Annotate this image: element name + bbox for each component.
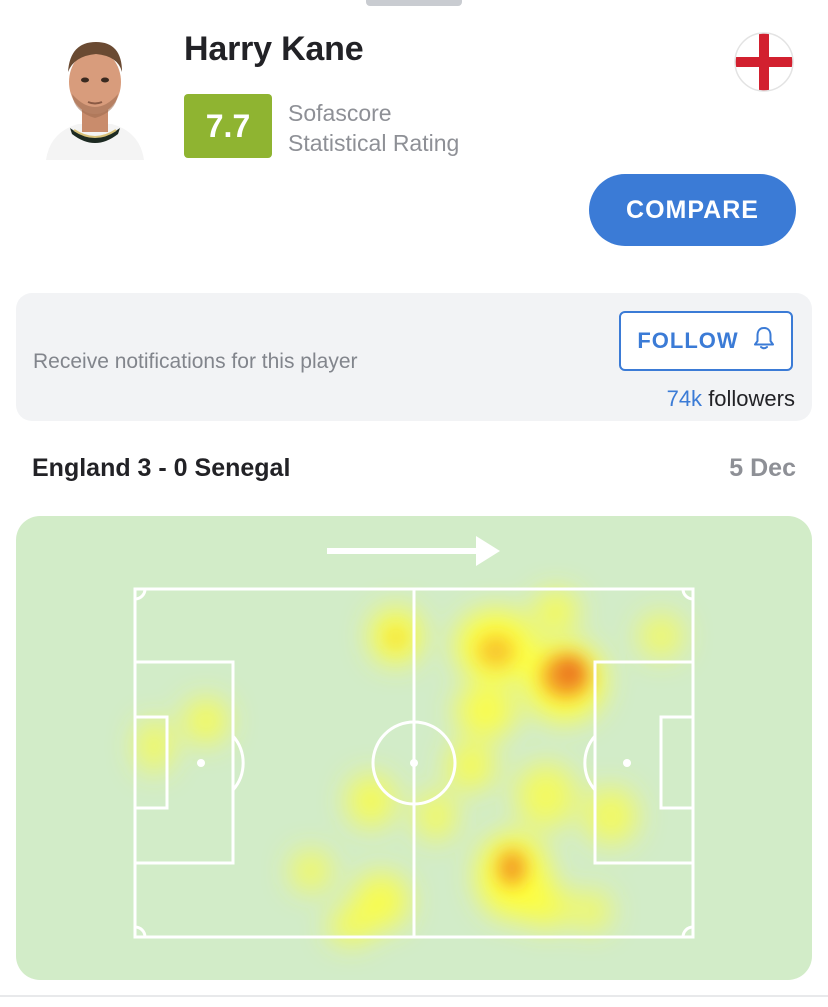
match-title[interactable]: England 3 - 0 Senegal — [32, 454, 290, 483]
attack-direction-arrow-icon — [327, 536, 500, 566]
followers-number: 74k — [666, 386, 703, 411]
rating-label-text: Statistical Rating — [288, 130, 460, 156]
followers-count: 74k followers — [667, 386, 795, 412]
rating-badge: 7.7 — [184, 94, 272, 158]
player-avatar — [42, 28, 148, 160]
followers-label: followers — [708, 386, 795, 411]
rating-value: 7.7 — [205, 107, 251, 144]
notification-text: Receive notifications for this player — [33, 350, 358, 373]
heatmap-pitch — [133, 536, 695, 944]
heatmap-layer — [136, 591, 683, 944]
heatmap-card — [16, 516, 812, 980]
divider — [0, 995, 828, 997]
follow-label: FOLLOW — [637, 328, 739, 353]
player-name: Harry Kane — [184, 30, 364, 68]
match-date: 5 Dec — [729, 454, 796, 482]
rating-label-brand: Sofascore — [288, 100, 392, 126]
england-flag-icon — [734, 32, 794, 92]
notification-card: Receive notifications for this player FO… — [16, 293, 812, 421]
bell-icon — [753, 326, 775, 356]
follow-button[interactable]: FOLLOW — [619, 311, 793, 371]
sheet-drag-handle[interactable] — [366, 0, 462, 6]
rating-label: Sofascore Statistical Rating — [288, 98, 459, 158]
compare-button[interactable]: COMPARE — [589, 174, 796, 246]
